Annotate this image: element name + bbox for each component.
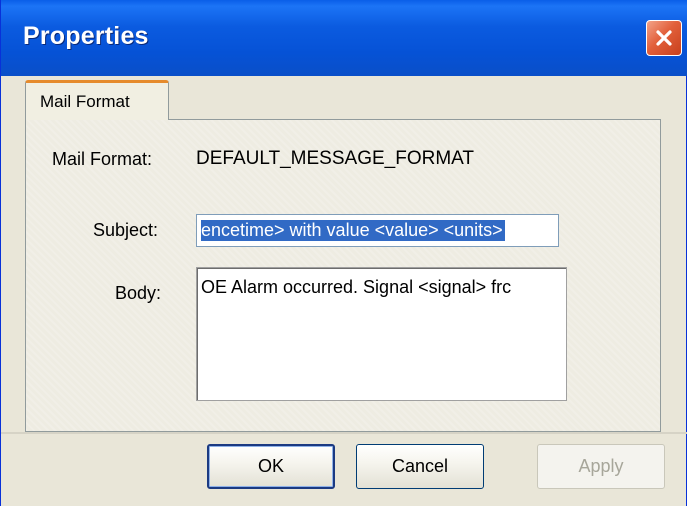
body-label: Body: <box>115 283 162 303</box>
subject-input[interactable]: encetime> with value <value> <units> <box>196 214 559 247</box>
mail-format-label: Mail Format: <box>52 149 153 169</box>
subject-label: Subject: <box>93 220 159 240</box>
cancel-button[interactable]: Cancel <box>356 444 484 489</box>
apply-button[interactable]: Apply <box>537 444 665 489</box>
mail-format-value: DEFAULT_MESSAGE_FORMAT <box>196 148 475 169</box>
properties-dialog: Properties Mail Format Mail Format: DEFA… <box>0 0 687 506</box>
close-icon <box>656 30 672 46</box>
window-title: Properties <box>23 22 149 50</box>
body-value: OE Alarm occurred. Signal <signal> frc <box>201 277 512 297</box>
divider <box>1 432 687 434</box>
ok-button[interactable]: OK <box>207 444 335 489</box>
tab-panel: Mail Format: DEFAULT_MESSAGE_FORMAT Subj… <box>25 119 661 432</box>
subject-value: encetime> with value <value> <units> <box>201 220 505 241</box>
body-textarea[interactable]: OE Alarm occurred. Signal <signal> frc <box>196 267 567 401</box>
tab-label: Mail Format <box>40 92 130 111</box>
title-bar[interactable]: Properties <box>1 0 687 76</box>
close-button[interactable] <box>646 20 682 56</box>
tab-mail-format[interactable]: Mail Format <box>25 80 169 120</box>
